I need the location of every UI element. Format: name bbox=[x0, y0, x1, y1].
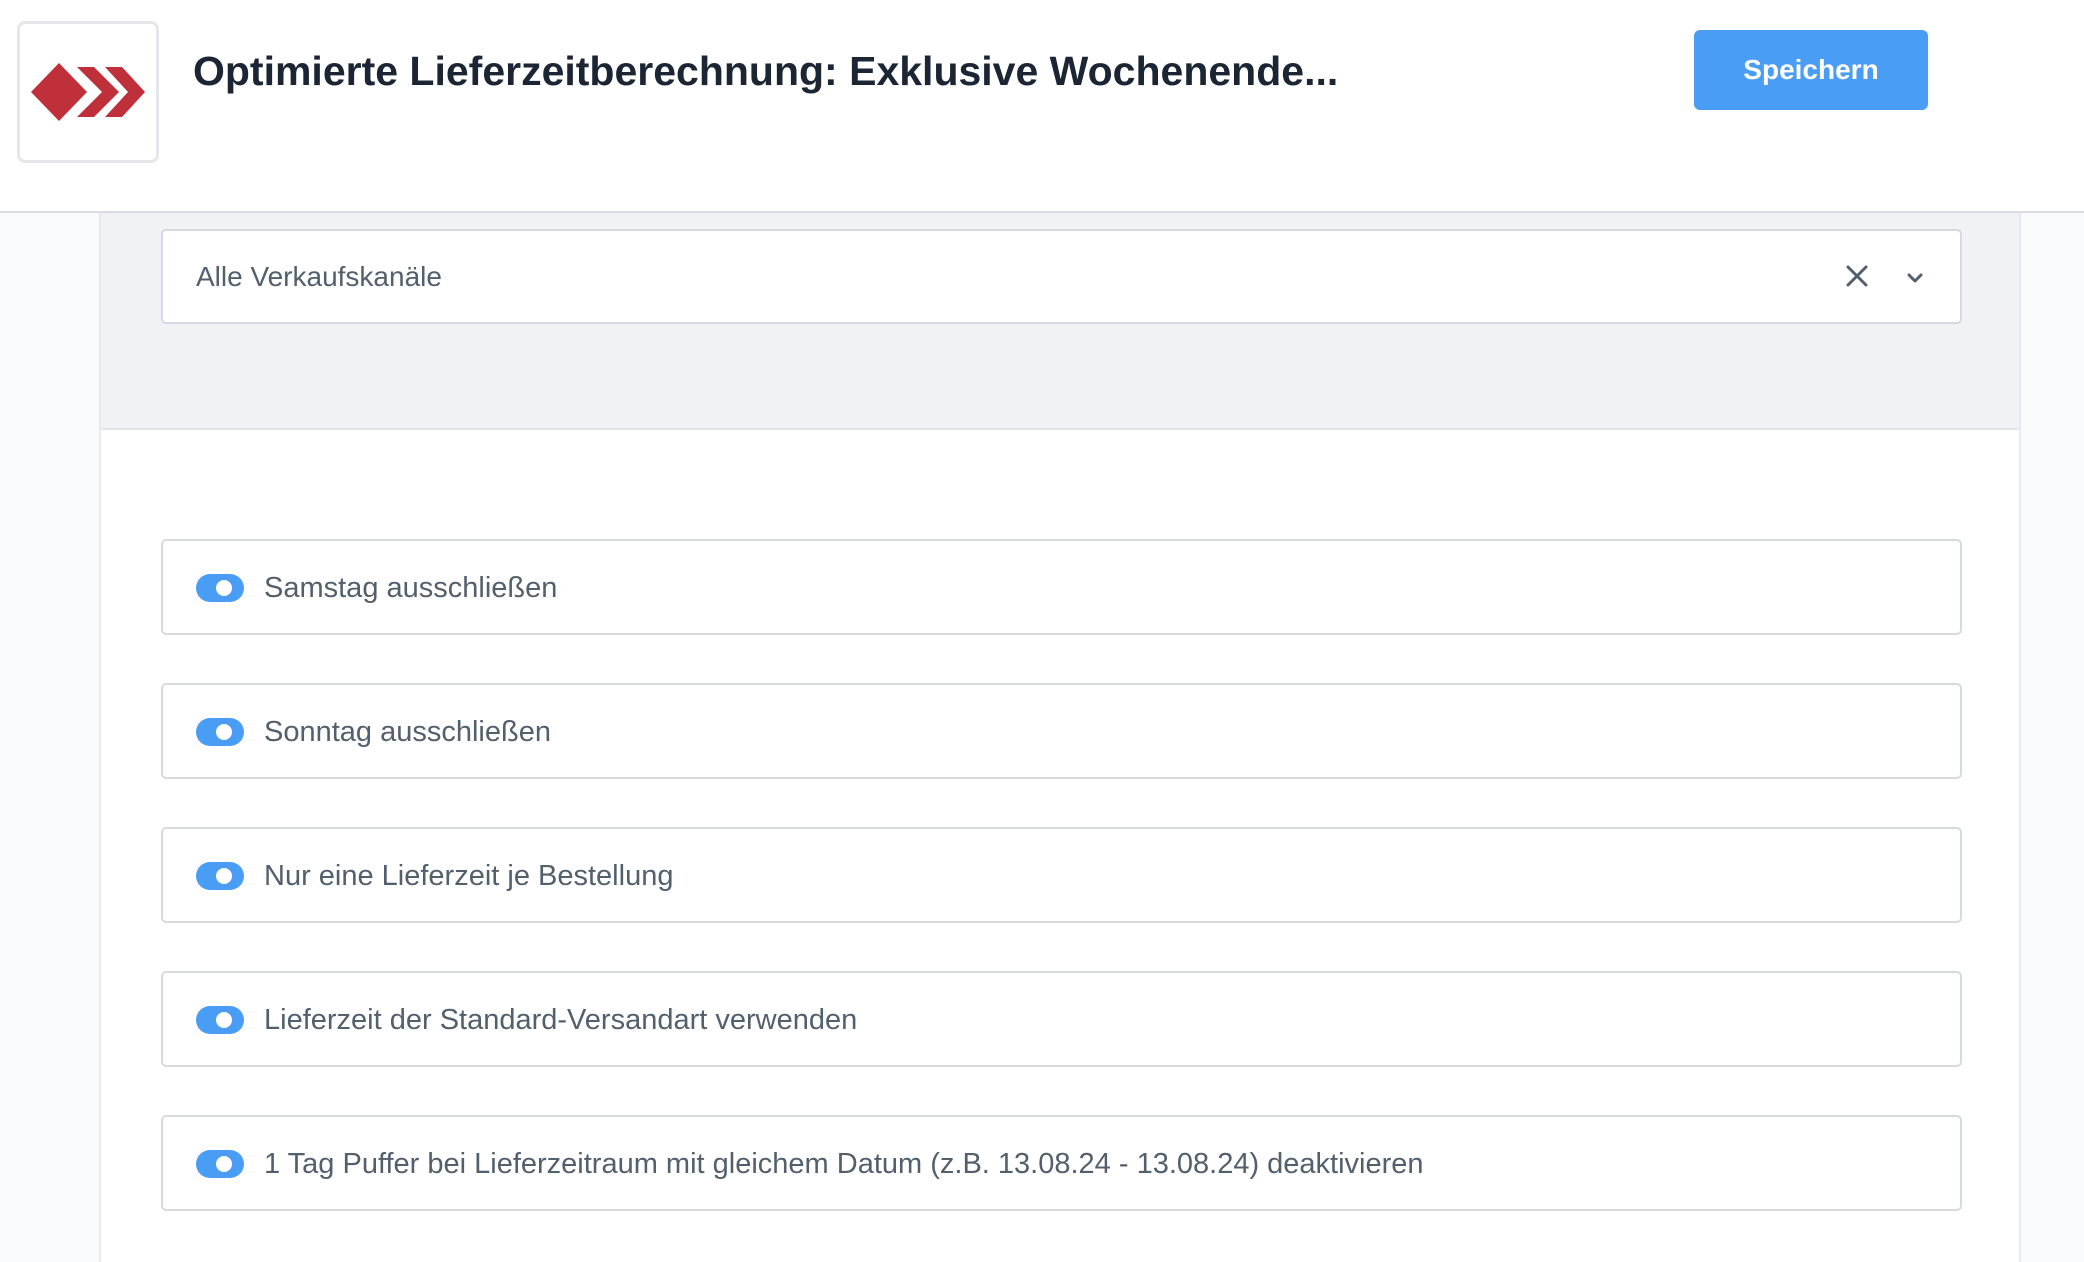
single-delivery-time-toggle[interactable] bbox=[196, 862, 244, 890]
sales-channel-filter-area: Alle Verkaufskanäle bbox=[101, 213, 2019, 430]
option-label: Sonntag ausschließen bbox=[264, 716, 551, 748]
red-diamond-chevrons-logo-icon bbox=[31, 63, 145, 121]
toggle-knob bbox=[216, 580, 232, 596]
sales-channel-select-value: Alle Verkaufskanäle bbox=[196, 261, 442, 292]
sales-channel-select[interactable]: Alle Verkaufskanäle bbox=[161, 229, 1962, 324]
default-shipping-delivery-time-toggle[interactable] bbox=[196, 1006, 244, 1034]
toggle-knob bbox=[216, 1012, 232, 1028]
settings-panel: Alle Verkaufskanäle Samstag ausschließen… bbox=[99, 213, 2021, 1262]
chevron-down-icon[interactable] bbox=[1903, 266, 1927, 290]
toggle-knob bbox=[216, 1156, 232, 1172]
option-single-delivery-time: Nur eine Lieferzeit je Bestellung bbox=[161, 827, 1962, 923]
option-label: Lieferzeit der Standard-Versandart verwe… bbox=[264, 1004, 858, 1036]
option-exclude-saturday: Samstag ausschließen bbox=[161, 539, 1962, 635]
disable-one-day-buffer-toggle[interactable] bbox=[196, 1150, 244, 1178]
close-icon[interactable] bbox=[1842, 261, 1872, 291]
option-label: Samstag ausschließen bbox=[264, 572, 558, 604]
save-button[interactable]: Speichern bbox=[1694, 30, 1928, 110]
exclude-saturday-toggle[interactable] bbox=[196, 574, 244, 602]
option-default-shipping-delivery-time: Lieferzeit der Standard-Versandart verwe… bbox=[161, 971, 1962, 1067]
option-exclude-sunday: Sonntag ausschließen bbox=[161, 683, 1962, 779]
app-header: Optimierte Lieferzeitberechnung: Exklusi… bbox=[0, 0, 2084, 213]
option-disable-one-day-buffer: 1 Tag Puffer bei Lieferzeitraum mit glei… bbox=[161, 1115, 1962, 1211]
app-logo bbox=[17, 21, 159, 163]
toggle-knob bbox=[216, 724, 232, 740]
option-label: Nur eine Lieferzeit je Bestellung bbox=[264, 860, 674, 892]
exclude-sunday-toggle[interactable] bbox=[196, 718, 244, 746]
toggle-knob bbox=[216, 868, 232, 884]
page-title: Optimierte Lieferzeitberechnung: Exklusi… bbox=[193, 48, 1339, 94]
option-label: 1 Tag Puffer bei Lieferzeitraum mit glei… bbox=[264, 1148, 1424, 1180]
